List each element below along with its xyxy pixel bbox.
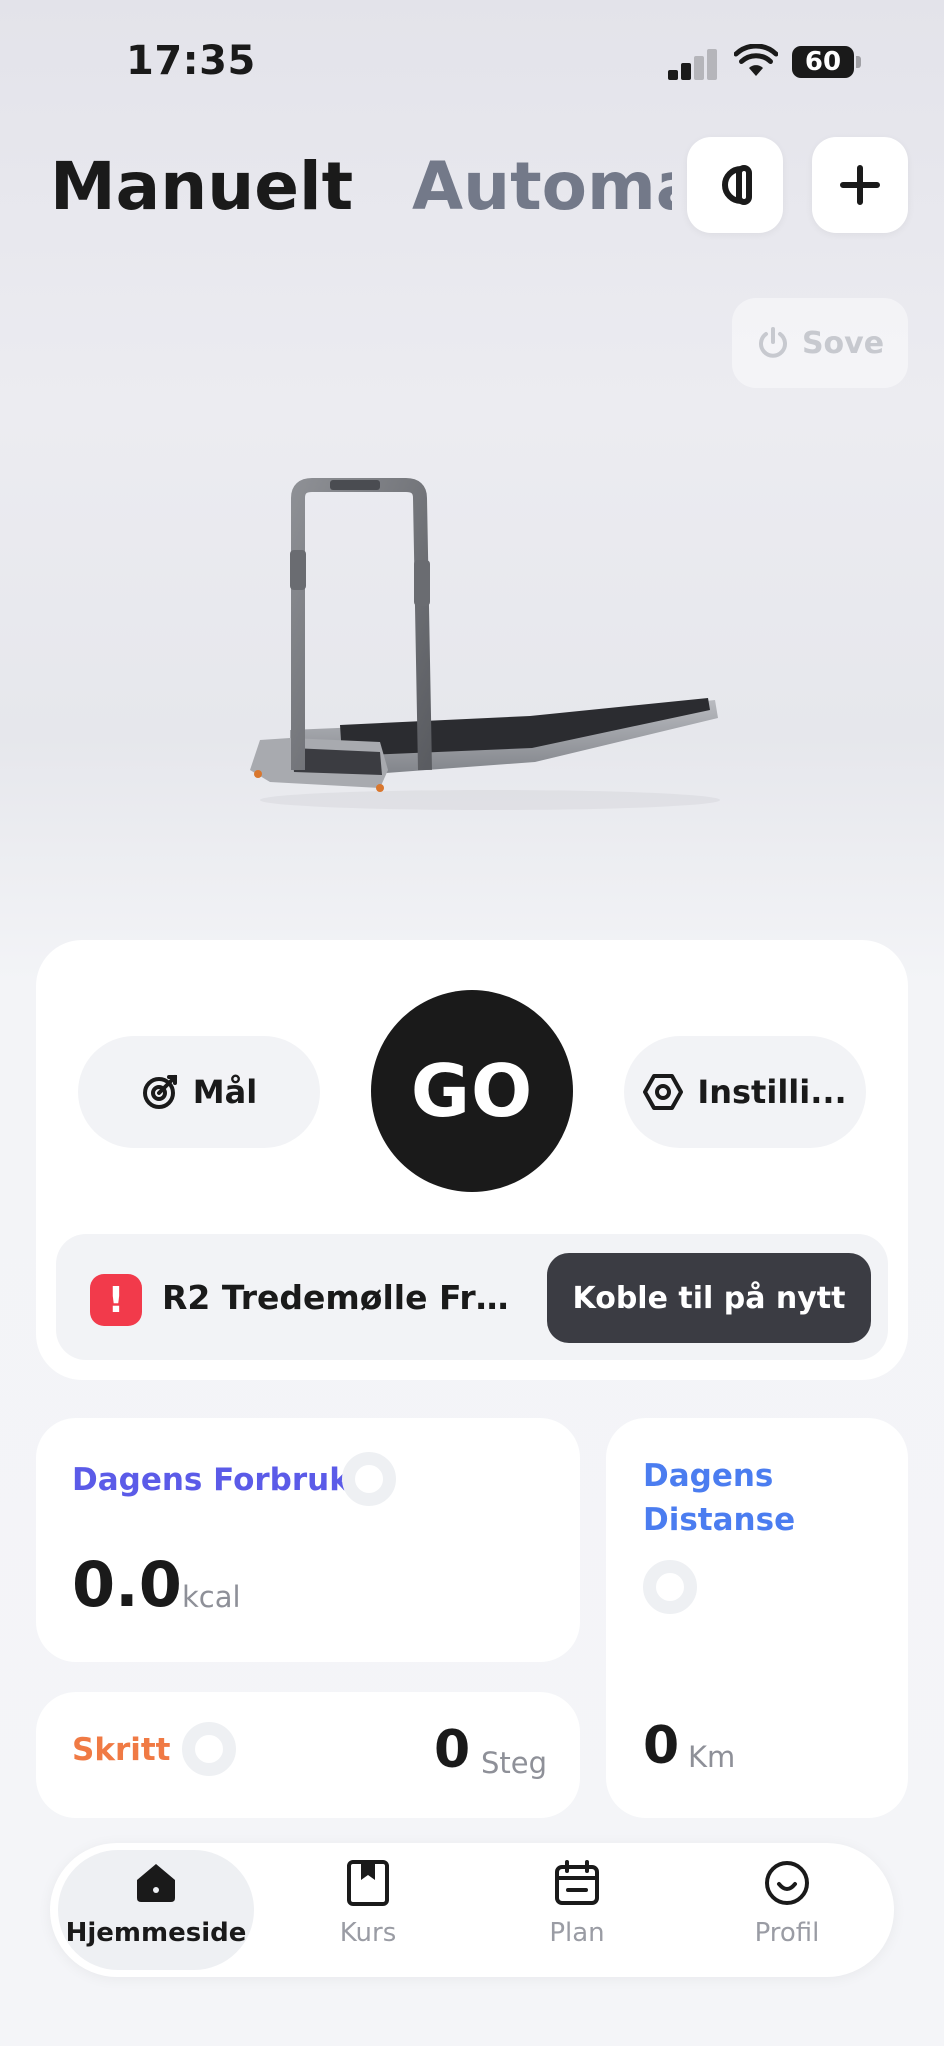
- nav-label-courses: Kurs: [339, 1918, 397, 1948]
- home-icon: [137, 1864, 175, 1902]
- nav-item-plan[interactable]: Plan: [477, 1858, 677, 1948]
- goal-label: Mål: [192, 1073, 258, 1111]
- treadmill-image: [250, 478, 720, 810]
- tab-manual[interactable]: Manuelt: [50, 148, 353, 225]
- status-time: 17:35: [126, 38, 256, 84]
- steps-value: 0: [434, 1720, 471, 1780]
- consumption-progress-ring: [342, 1452, 396, 1506]
- alert-icon: !: [90, 1274, 142, 1326]
- consumption-card[interactable]: [36, 1418, 580, 1662]
- nav-label-plan: Plan: [549, 1918, 605, 1948]
- distance-unit: Km: [688, 1740, 736, 1774]
- goal-button[interactable]: Mål: [78, 1036, 320, 1148]
- sleep-button[interactable]: Sove: [732, 298, 908, 388]
- device-button[interactable]: [687, 137, 783, 233]
- reconnect-button[interactable]: Koble til på nytt: [547, 1253, 871, 1343]
- nav-item-courses[interactable]: Kurs: [268, 1858, 468, 1948]
- plus-icon: [840, 165, 880, 205]
- power-icon: [758, 327, 787, 358]
- battery-cap: [856, 56, 861, 68]
- settings-button[interactable]: Instilli...: [624, 1036, 866, 1148]
- target-icon: [142, 1075, 177, 1109]
- bookmark-icon: [347, 1860, 389, 1906]
- nav-label-profile: Profil: [754, 1918, 820, 1948]
- device-status-text: R2 Tredemølle Fra...: [162, 1278, 522, 1317]
- sleep-label: Sove: [801, 325, 885, 361]
- hexagon-settings-icon: [643, 1074, 684, 1110]
- nav-item-home[interactable]: Hjemmeside: [56, 1858, 256, 1948]
- consumption-label: Dagens Forbruk: [72, 1462, 350, 1498]
- settings-label: Instilli...: [697, 1073, 847, 1111]
- consumption-unit: kcal: [182, 1580, 241, 1614]
- treadmill-device-icon: [722, 165, 752, 205]
- nav-item-profile[interactable]: Profil: [687, 1858, 887, 1948]
- steps-unit: Steg: [481, 1746, 548, 1780]
- distance-value: 0: [643, 1716, 680, 1776]
- distance-label: Dagens Distanse: [643, 1458, 796, 1538]
- battery-indicator: 60: [792, 46, 854, 78]
- smile-icon: [765, 1861, 809, 1905]
- steps-label: Skritt: [72, 1732, 171, 1768]
- wifi-icon: [734, 44, 778, 76]
- nav-label-home: Hjemmeside: [65, 1918, 247, 1948]
- tab-automatic[interactable]: Automa: [412, 148, 672, 225]
- add-device-button[interactable]: [812, 137, 908, 233]
- distance-progress-ring: [643, 1560, 697, 1614]
- cellular-signal-icon: [668, 48, 718, 80]
- steps-progress-ring: [182, 1722, 236, 1776]
- go-button[interactable]: GO: [371, 990, 573, 1192]
- consumption-value: 0.0: [72, 1548, 182, 1621]
- calendar-icon: [555, 1860, 599, 1905]
